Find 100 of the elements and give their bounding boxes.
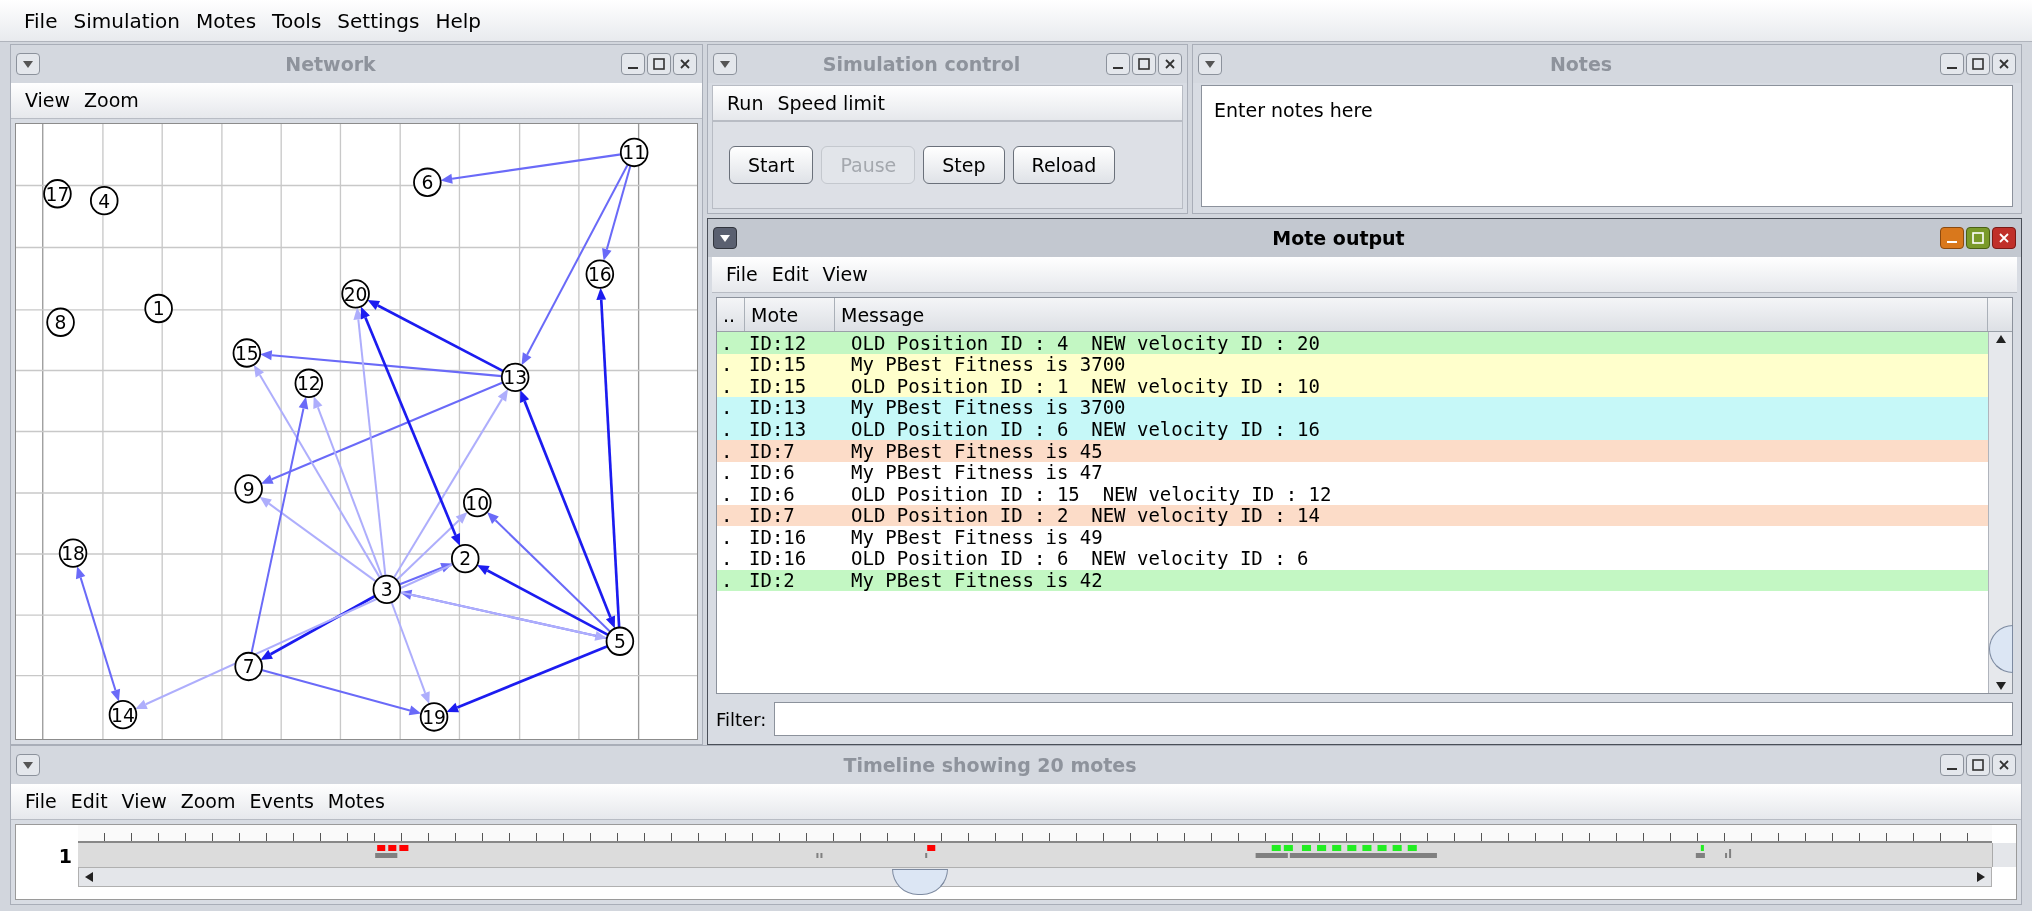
maximize-button[interactable] xyxy=(1966,227,1990,249)
window-title: Timeline showing 20 motes xyxy=(842,752,1138,778)
mote-node[interactable]: 12 xyxy=(294,368,324,398)
menu-item[interactable]: Edit xyxy=(70,787,108,816)
mote-node[interactable]: 19 xyxy=(419,702,449,732)
menu-item[interactable]: Run xyxy=(727,88,764,118)
close-button[interactable] xyxy=(673,53,697,75)
menu-item[interactable]: Edit xyxy=(771,260,809,289)
caret-icon xyxy=(23,60,33,68)
control-button[interactable]: Start xyxy=(729,146,814,184)
mote-node[interactable]: 5 xyxy=(605,626,635,656)
menu-item[interactable]: View xyxy=(25,86,71,115)
menu-item[interactable]: File xyxy=(25,787,57,816)
control-button[interactable]: Step xyxy=(923,146,1005,184)
caret-icon xyxy=(720,234,730,242)
minimize-icon xyxy=(1113,67,1123,69)
minimize-button[interactable] xyxy=(1106,53,1130,75)
mote-node[interactable]: 2 xyxy=(450,543,480,574)
table-row[interactable]: . ID:7 My PBest Fitness is 45 xyxy=(717,439,1988,462)
scroll-up-icon xyxy=(1994,334,2007,344)
horizontal-scrollbar[interactable] xyxy=(78,867,1992,887)
maximize-button[interactable] xyxy=(647,53,671,75)
close-icon xyxy=(1998,759,2010,771)
menu-item[interactable]: File xyxy=(726,260,758,289)
filter-label: Filter: xyxy=(716,707,767,732)
close-button[interactable] xyxy=(1992,754,2016,776)
menu-item[interactable]: Zoom xyxy=(84,86,139,115)
mote-node[interactable]: 7 xyxy=(234,651,263,682)
minimize-icon xyxy=(1947,768,1957,770)
table-row[interactable]: . ID:12 OLD Position ID : 4 NEW velocity ID : 20 xyxy=(717,332,1988,354)
notes-text-area[interactable]: Enter notes here xyxy=(1201,85,2013,207)
maximize-icon xyxy=(653,58,665,70)
mote-node[interactable]: 1 xyxy=(144,293,173,324)
vertical-scrollbar[interactable] xyxy=(1992,843,2016,867)
menu-item[interactable]: Speed limit xyxy=(777,88,885,118)
mote-node[interactable]: 9 xyxy=(234,474,263,504)
caret-icon xyxy=(720,60,730,68)
menu-item[interactable]: Motes xyxy=(196,5,257,36)
scrollbar-thumb[interactable] xyxy=(892,869,948,895)
window-menu-button[interactable] xyxy=(713,53,737,75)
minimize-icon xyxy=(1947,241,1957,243)
table-row[interactable]: . ID:7 OLD Position ID : 2 NEW velocity ID : 14 xyxy=(717,504,1988,527)
menu-item[interactable]: View xyxy=(121,787,167,816)
maximize-button[interactable] xyxy=(1966,53,1990,75)
menu-item[interactable]: View xyxy=(822,260,868,289)
window-menu-button[interactable] xyxy=(713,227,737,249)
mote-node[interactable]: 4 xyxy=(89,185,119,216)
column-header[interactable]: Mote xyxy=(745,298,835,331)
mote-node[interactable]: 17 xyxy=(43,179,72,209)
window-menu-button[interactable] xyxy=(16,53,40,75)
minimize-button[interactable] xyxy=(1940,227,1964,249)
window-title: Mote output xyxy=(1271,225,1406,251)
mote-row-label: 1 xyxy=(57,844,73,867)
mote-node[interactable]: 3 xyxy=(372,574,402,605)
mote-node[interactable]: 6 xyxy=(413,167,442,197)
table-row[interactable]: . ID:15 OLD Position ID : 1 NEW velocity ID : 10 xyxy=(717,375,1988,397)
close-icon xyxy=(1164,58,1176,70)
menu-item[interactable]: Motes xyxy=(327,787,385,816)
minimize-button[interactable] xyxy=(1940,754,1964,776)
mote-node[interactable]: 8 xyxy=(46,307,75,337)
menu-item[interactable]: Help xyxy=(435,5,481,36)
mote-node[interactable]: 11 xyxy=(619,137,649,168)
scrollbar-thumb[interactable] xyxy=(1988,625,2013,673)
menu-item[interactable]: File xyxy=(24,5,58,36)
minimize-icon xyxy=(628,67,638,69)
column-header[interactable]: .. xyxy=(717,298,745,331)
mote-node[interactable]: 10 xyxy=(463,487,492,518)
close-icon xyxy=(1998,232,2010,244)
table-row[interactable]: . ID:13 My PBest Fitness is 3700 xyxy=(717,396,1988,419)
close-button[interactable] xyxy=(1992,53,2016,75)
table-row[interactable]: . ID:2 My PBest Fitness is 42 xyxy=(717,569,1988,592)
menu-item[interactable]: Settings xyxy=(337,5,420,36)
table-row[interactable]: . ID:13 OLD Position ID : 6 NEW velocity ID : 16 xyxy=(717,418,1988,440)
window-title: Simulation control xyxy=(821,51,1022,77)
menu-item[interactable]: Zoom xyxy=(180,787,236,816)
mote-node[interactable]: 15 xyxy=(232,338,262,368)
caret-icon xyxy=(23,761,33,769)
mote-node[interactable]: 16 xyxy=(585,259,615,289)
filter-input[interactable] xyxy=(774,702,2013,736)
control-button[interactable]: Reload xyxy=(1012,146,1116,184)
mote-node[interactable]: 18 xyxy=(58,538,88,568)
table-row[interactable]: . ID:15 My PBest Fitness is 3700 xyxy=(717,353,1988,376)
mote-node[interactable]: 14 xyxy=(108,700,138,730)
close-button[interactable] xyxy=(1992,227,2016,249)
minimize-button[interactable] xyxy=(621,53,645,75)
close-button[interactable] xyxy=(1158,53,1182,75)
menu-item[interactable]: Tools xyxy=(272,5,322,36)
vertical-scrollbar[interactable] xyxy=(1988,332,2012,693)
window-menu-button[interactable] xyxy=(16,754,40,776)
minimize-button[interactable] xyxy=(1940,53,1964,75)
caret-icon xyxy=(1205,60,1215,68)
window-menu-button[interactable] xyxy=(1198,53,1222,75)
close-icon xyxy=(1998,58,2010,70)
mote-node[interactable]: 20 xyxy=(341,279,370,309)
maximize-button[interactable] xyxy=(1966,754,1990,776)
mote-node[interactable]: 13 xyxy=(500,362,530,392)
menu-item[interactable]: Simulation xyxy=(73,5,180,36)
column-header[interactable]: Message xyxy=(835,298,1988,331)
maximize-button[interactable] xyxy=(1132,53,1156,75)
menu-item[interactable]: Events xyxy=(249,787,314,816)
